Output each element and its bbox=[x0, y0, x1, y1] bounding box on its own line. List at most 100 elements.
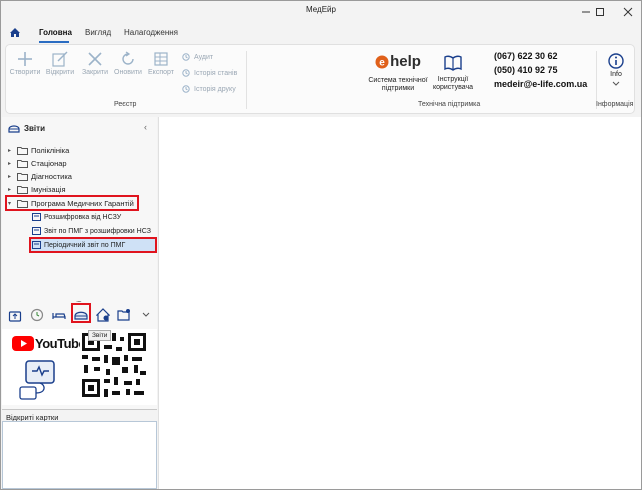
edit-icon bbox=[52, 51, 68, 67]
clock-icon bbox=[182, 53, 190, 61]
support-email: medeir@e-life.com.ua bbox=[494, 79, 588, 89]
clock-icon bbox=[182, 69, 190, 77]
refresh-button[interactable]: Оновити bbox=[111, 51, 145, 76]
sync-icon[interactable] bbox=[30, 308, 44, 322]
state-history-label: Історія станів bbox=[194, 69, 238, 77]
svg-text:e: e bbox=[379, 58, 385, 69]
report-item[interactable]: Звіт по ПМГ з розшифровки НСЗ bbox=[32, 225, 151, 237]
book-icon bbox=[444, 55, 462, 71]
panel-header: Звіти bbox=[8, 123, 45, 133]
tab-debug[interactable]: Налагодження bbox=[124, 28, 178, 37]
nav-tooltip: Звіти bbox=[88, 330, 112, 341]
report-item-label: Звіт по ПМГ з розшифровки НСЗ bbox=[44, 227, 151, 235]
home-icon[interactable] bbox=[9, 27, 21, 38]
folder-icon bbox=[17, 173, 28, 181]
tree-node-label: Імунізація bbox=[31, 185, 66, 194]
tree-node-label: Поліклініка bbox=[31, 146, 70, 155]
print-history-button[interactable]: Історія друку bbox=[182, 85, 236, 93]
expand-arrow-icon[interactable]: ▸ bbox=[8, 160, 17, 167]
collapse-arrow-icon[interactable]: ▾ bbox=[8, 200, 17, 207]
info-button[interactable]: Info bbox=[602, 51, 630, 87]
youtube-label[interactable]: YouTube bbox=[35, 336, 86, 351]
ribbon-separator bbox=[246, 51, 247, 109]
user-manual-button[interactable]: Інструкції користувача bbox=[432, 51, 474, 92]
audit-button[interactable]: Аудит bbox=[182, 53, 213, 61]
phone-1: (067) 622 30 62 bbox=[494, 51, 558, 61]
tree-node-diagnostics[interactable]: ▸ Діагностика bbox=[8, 170, 72, 183]
title-bar: МедЕйр bbox=[1, 1, 641, 23]
upload-icon[interactable] bbox=[8, 308, 22, 322]
bed-icon[interactable] bbox=[52, 308, 66, 322]
export-icon bbox=[154, 52, 168, 66]
folder-icon bbox=[17, 147, 28, 155]
phone-2: (050) 410 92 75 bbox=[494, 65, 558, 75]
folder-settings-icon[interactable] bbox=[117, 308, 131, 322]
print-history-label: Історія друку bbox=[194, 85, 236, 93]
window-title: МедЕйр bbox=[306, 5, 336, 14]
info-label: Info bbox=[610, 71, 622, 78]
support-system-button[interactable]: e help Система технічної підтримки bbox=[364, 51, 432, 93]
refresh-label: Оновити bbox=[114, 69, 142, 76]
folder-icon bbox=[17, 200, 28, 208]
chevron-down-icon bbox=[612, 81, 620, 86]
left-panel: Звіти ‹ ▸ Поліклініка ▸ Стаціонар ▸ Діаг… bbox=[2, 117, 157, 489]
create-label: Створити bbox=[9, 69, 41, 76]
close-button[interactable]: Закрити bbox=[78, 51, 112, 76]
open-button[interactable]: Відкрити bbox=[43, 51, 77, 76]
close-label: Закрити bbox=[81, 69, 109, 76]
main-content-area[interactable] bbox=[158, 117, 641, 489]
tree-node-pmg[interactable]: ▾ Програма Медичних Гарантій bbox=[8, 197, 134, 210]
export-button[interactable]: Експорт bbox=[144, 51, 178, 76]
plus-icon bbox=[18, 52, 32, 66]
promo-area: YouTube bbox=[2, 329, 157, 405]
chevron-down-icon[interactable] bbox=[142, 312, 150, 318]
reports-icon bbox=[8, 125, 20, 133]
report-item-selected[interactable]: Періодичний звіт по ПМГ bbox=[32, 239, 125, 251]
state-history-button[interactable]: Історія станів bbox=[182, 69, 237, 77]
ribbon: Створити Відкрити Закрити Оновити Експор… bbox=[5, 44, 635, 114]
report-item-label: Періодичний звіт по ПМГ bbox=[44, 241, 126, 249]
report-icon bbox=[32, 227, 41, 235]
user-manual-label: Інструкції користувача bbox=[432, 76, 474, 91]
app-window: МедЕйр Головна Вигляд Налагодження Створ… bbox=[0, 0, 642, 490]
close-window-button[interactable] bbox=[613, 1, 641, 23]
report-icon bbox=[32, 213, 41, 221]
active-tab-indicator bbox=[39, 41, 69, 43]
audit-label: Аудит bbox=[194, 53, 214, 61]
maximize-button[interactable] bbox=[585, 1, 615, 23]
tab-view[interactable]: Вигляд bbox=[85, 28, 111, 37]
ribbon-tabs: Головна Вигляд Налагодження bbox=[1, 23, 641, 43]
clock-icon bbox=[182, 85, 190, 93]
qr-code-icon[interactable] bbox=[80, 331, 148, 399]
support-system-label: Система технічної підтримки bbox=[368, 77, 428, 92]
report-item[interactable]: Розшифровка від НСЗУ bbox=[32, 211, 121, 223]
export-label: Експорт bbox=[148, 69, 174, 76]
tree-node-polyclinic[interactable]: ▸ Поліклініка bbox=[8, 144, 69, 157]
device-monitor-icon bbox=[19, 360, 55, 400]
open-label: Відкрити bbox=[45, 69, 75, 76]
folder-icon bbox=[17, 160, 28, 168]
tree-node-label: Програма Медичних Гарантій bbox=[31, 199, 134, 208]
youtube-icon[interactable] bbox=[12, 336, 34, 351]
tab-home[interactable]: Головна bbox=[39, 28, 72, 37]
panel-title: Звіти bbox=[24, 123, 45, 133]
module-nav-bar bbox=[2, 303, 157, 327]
home-plus-icon[interactable] bbox=[96, 308, 110, 322]
info-icon bbox=[608, 53, 624, 69]
expand-arrow-icon[interactable]: ▸ bbox=[8, 147, 17, 154]
create-button[interactable]: Створити bbox=[8, 51, 42, 76]
tree-node-label: Діагностика bbox=[31, 172, 72, 181]
tree-node-hospital[interactable]: ▸ Стаціонар bbox=[8, 157, 67, 170]
folder-icon bbox=[17, 186, 28, 194]
collapse-panel-button[interactable]: ‹ bbox=[144, 122, 147, 132]
report-icon bbox=[32, 241, 41, 249]
open-cards-list[interactable] bbox=[2, 421, 157, 489]
report-item-label: Розшифровка від НСЗУ bbox=[44, 213, 122, 221]
registry-group-label: Реєстр bbox=[114, 101, 137, 108]
reports-icon[interactable] bbox=[74, 308, 88, 322]
ehelp-logo: e help bbox=[364, 51, 432, 73]
expand-arrow-icon[interactable]: ▸ bbox=[8, 186, 17, 193]
close-icon bbox=[623, 7, 633, 17]
support-group-label: Технічна підтримка bbox=[418, 101, 481, 108]
expand-arrow-icon[interactable]: ▸ bbox=[8, 173, 17, 180]
